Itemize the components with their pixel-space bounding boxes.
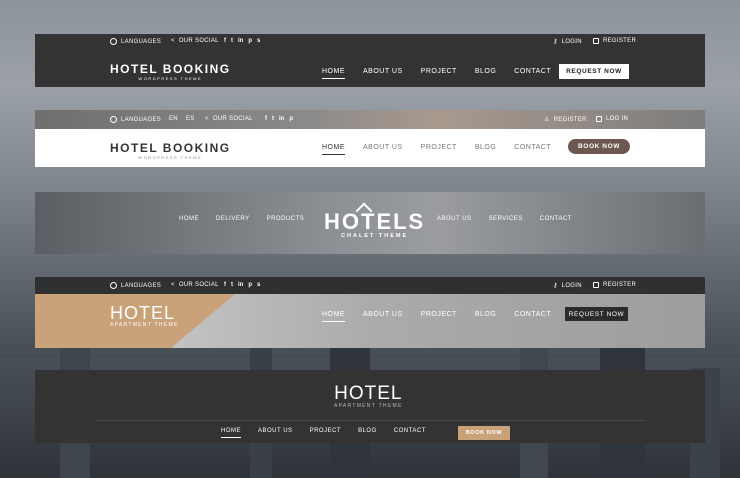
nav-project[interactable]: PROJECT [421, 68, 457, 79]
nav-delivery[interactable]: DELIVERY [216, 216, 250, 225]
facebook-icon[interactable]: f [224, 282, 226, 288]
book-now-button[interactable]: BOOK NOW [458, 426, 510, 440]
site-logo[interactable]: HOTEL BOOKING WORDPRESS THEME [110, 141, 231, 160]
register-link[interactable]: REGISTER [593, 282, 636, 288]
nav-blog[interactable]: BLOG [358, 428, 377, 438]
pinterest-icon[interactable]: p [248, 38, 252, 44]
nav-home[interactable]: HOME [322, 144, 345, 155]
book-now-button[interactable]: BOOK NOW [568, 139, 630, 154]
share-icon: < [171, 38, 175, 44]
lang-es[interactable]: ES [186, 116, 195, 122]
nav-about[interactable]: ABOUT US [363, 144, 403, 155]
nav-blog[interactable]: BLOG [475, 144, 496, 155]
nav-right: ABOUT US SERVICES CONTACT [437, 216, 572, 225]
languages-link[interactable]: LANGUAGES [110, 116, 161, 123]
site-logo[interactable]: HOTEL APARTMENT THEME [334, 384, 403, 409]
nav-home[interactable]: HOME [322, 68, 345, 79]
nav-blog[interactable]: BLOG [475, 68, 496, 79]
nav-home[interactable]: HOME [179, 216, 199, 225]
skype-icon[interactable]: s [257, 38, 260, 44]
nav-project[interactable]: PROJECT [421, 144, 457, 155]
login-link[interactable]: ⚷ LOGIN [553, 282, 582, 290]
user-icon: ♙ [544, 117, 550, 123]
nav-products[interactable]: PRODUCTS [267, 216, 305, 225]
social-icons: f t in p s [224, 38, 260, 44]
globe-icon [110, 38, 117, 45]
nav-contact[interactable]: CONTACT [514, 311, 551, 322]
divider [95, 420, 645, 421]
nav-about[interactable]: ABOUT US [258, 428, 293, 438]
social-label: < OUR SOCIAL [205, 116, 253, 122]
lang-en[interactable]: EN [169, 116, 178, 122]
login-link[interactable]: LOG IN [596, 116, 628, 122]
nav-contact[interactable]: CONTACT [394, 428, 426, 438]
nav-contact[interactable]: CONTACT [540, 216, 572, 225]
nav-services[interactable]: SERVICES [489, 216, 523, 225]
social-icons: f t in p [265, 116, 293, 122]
globe-icon [110, 116, 117, 123]
lock-icon [596, 116, 602, 122]
nav-contact[interactable]: CONTACT [514, 68, 551, 79]
nav-project[interactable]: PROJECT [421, 311, 457, 322]
site-logo[interactable]: HOTEL BOOKING WORDPRESS THEME [110, 62, 231, 81]
nav-about[interactable]: ABOUT US [437, 216, 472, 225]
header-variant-1: LANGUAGES < OUR SOCIAL f t in p s ⚷ LOGI… [35, 34, 705, 87]
nav-home[interactable]: HOME [221, 428, 241, 438]
header-variant-5: HOTEL APARTMENT THEME HOME ABOUT US PROJ… [35, 370, 705, 443]
languages-link[interactable]: LANGUAGES [110, 282, 161, 289]
languages-link[interactable]: LANGUAGES [110, 38, 161, 45]
nav-blog[interactable]: BLOG [475, 311, 496, 322]
register-link[interactable]: REGISTER [593, 38, 636, 44]
share-icon: < [171, 282, 175, 288]
main-nav: HOME ABOUT US PROJECT BLOG CONTACT [221, 428, 426, 438]
social-label: < OUR SOCIAL [171, 38, 219, 44]
nav-project[interactable]: PROJECT [310, 428, 342, 438]
site-logo[interactable]: HOTELS CHALET THEME [324, 202, 425, 239]
pinterest-icon[interactable]: p [248, 282, 252, 288]
lock-icon [593, 38, 599, 44]
share-icon: < [205, 116, 209, 122]
linkedin-icon[interactable]: in [238, 282, 243, 288]
linkedin-icon[interactable]: in [279, 116, 284, 122]
twitter-icon[interactable]: t [231, 38, 233, 44]
skype-icon[interactable]: s [257, 282, 260, 288]
twitter-icon[interactable]: t [231, 282, 233, 288]
nav-left: HOME DELIVERY PRODUCTS [179, 216, 304, 225]
pinterest-icon[interactable]: p [289, 116, 293, 122]
main-nav: HOME ABOUT US PROJECT BLOG CONTACT [322, 144, 551, 155]
social-label: < OUR SOCIAL [171, 282, 219, 288]
linkedin-icon[interactable]: in [238, 38, 243, 44]
site-logo[interactable]: HOTEL APARTMENT THEME [110, 304, 179, 328]
header-variant-2: LANGUAGES EN ES < OUR SOCIAL f t in p ♙ … [35, 110, 705, 167]
key-icon: ⚷ [553, 283, 558, 289]
login-link[interactable]: ⚷ LOGIN [553, 38, 582, 46]
nav-home[interactable]: HOME [322, 311, 345, 322]
nav-about[interactable]: ABOUT US [363, 68, 403, 79]
facebook-icon[interactable]: f [265, 116, 267, 122]
header-variant-3: HOME DELIVERY PRODUCTS HOTELS CHALET THE… [35, 192, 705, 254]
nav-about[interactable]: ABOUT US [363, 311, 403, 322]
key-icon: ⚷ [553, 39, 558, 45]
lock-icon [593, 282, 599, 288]
social-icons: f t in p s [224, 282, 260, 288]
nav-contact[interactable]: CONTACT [514, 144, 551, 155]
main-nav: HOME ABOUT US PROJECT BLOG CONTACT [322, 311, 551, 322]
header-variant-4: LANGUAGES < OUR SOCIAL f t in p s ⚷ LOGI… [35, 277, 705, 348]
twitter-icon[interactable]: t [272, 116, 274, 122]
globe-icon [110, 282, 117, 289]
register-link[interactable]: ♙ REGISTER [544, 116, 587, 124]
facebook-icon[interactable]: f [224, 38, 226, 44]
request-now-button[interactable]: REQUEST NOW [559, 64, 629, 79]
main-nav: HOME ABOUT US PROJECT BLOG CONTACT [322, 68, 551, 79]
request-now-button[interactable]: REQUEST NOW [565, 307, 628, 321]
